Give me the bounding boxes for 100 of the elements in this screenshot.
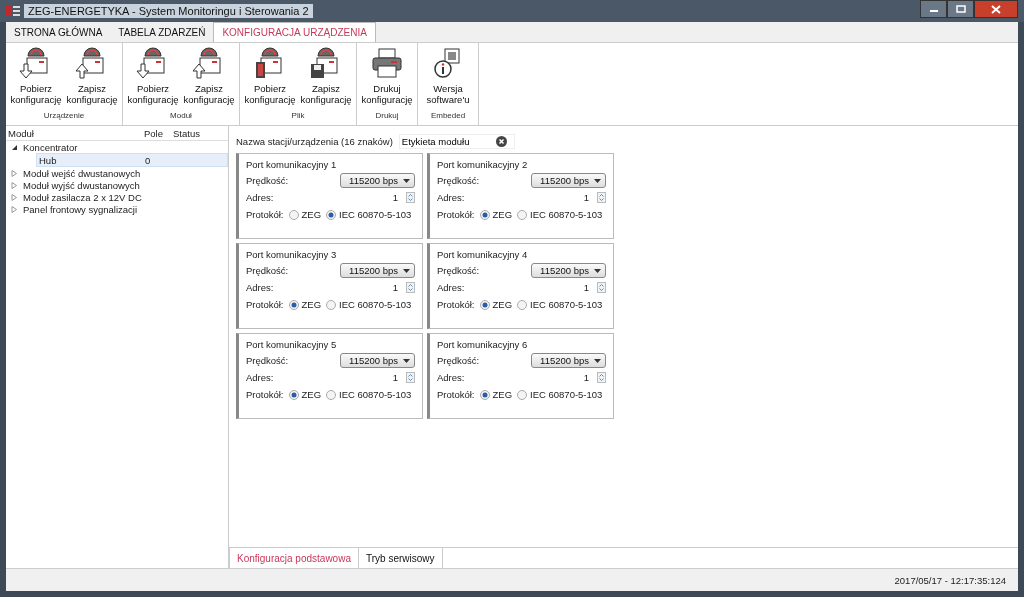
tree-item[interactable]: Moduł wejść dwustanowych — [23, 167, 141, 179]
ribbon-button[interactable]: Zapisz konfigurację — [64, 45, 120, 111]
speed-label: Prędkość: — [437, 265, 480, 276]
collapsed-arrow-icon[interactable] — [11, 193, 18, 201]
group-label: Plik — [291, 111, 305, 122]
tree-item: Hub — [38, 154, 58, 166]
protocol-label: Protokół: — [437, 209, 475, 220]
clear-icon[interactable] — [495, 136, 507, 147]
group-label: Drukuj — [375, 111, 399, 122]
caret-icon — [594, 178, 601, 183]
address-label: Adres: — [437, 372, 465, 383]
collapsed-arrow-icon[interactable] — [11, 169, 18, 177]
tree-row[interactable]: Hub 0 — [36, 153, 228, 167]
speed-label: Prędkość: — [437, 355, 480, 366]
protocol-radio[interactable]: ZEG — [479, 299, 513, 310]
ribbon-button[interactable]: Pobierz konfigurację — [125, 45, 181, 111]
group-label: Embeded — [430, 111, 466, 122]
tab[interactable]: Konfiguracja podstawowa — [229, 548, 359, 568]
address-label: Adres: — [246, 282, 274, 293]
protocol-radio[interactable]: IEC 60870-5-103 — [326, 389, 412, 400]
protocol-radio[interactable]: ZEG — [479, 389, 513, 400]
ribbon-button[interactable]: Wersja software'u — [420, 45, 476, 111]
close-icon — [991, 4, 1001, 14]
protocol-radio[interactable]: IEC 60870-5-103 — [326, 209, 412, 220]
printer-icon — [370, 46, 404, 80]
caret-icon — [594, 268, 601, 273]
address-spinner[interactable]: 1 — [392, 372, 415, 383]
protocol-radio[interactable]: IEC 60870-5-103 — [517, 299, 603, 310]
protocol-radio[interactable]: ZEG — [288, 299, 322, 310]
protocol-label: Protokół: — [246, 389, 284, 400]
address-spinner[interactable]: 1 — [583, 372, 606, 383]
expanded-arrow-icon[interactable] — [11, 143, 18, 151]
speed-label: Prędkość: — [246, 265, 289, 276]
column-header: Moduł — [7, 127, 35, 139]
port-title: Port komunikacyjny 5 — [246, 339, 338, 350]
protocol-radio[interactable]: ZEG — [288, 389, 322, 400]
tree-item[interactable]: Koncentrator — [23, 141, 78, 153]
address-label: Adres: — [246, 192, 274, 203]
port-title: Port komunikacyjny 6 — [437, 339, 529, 350]
app-icon — [6, 6, 20, 16]
tab[interactable]: STRONA GŁÓWNA — [6, 23, 111, 42]
protocol-label: Protokół: — [437, 389, 475, 400]
speed-dropdown[interactable]: 115200 bps — [340, 173, 415, 188]
spinner-arrows-icon — [597, 372, 606, 383]
speed-dropdown[interactable]: 115200 bps — [531, 353, 606, 368]
port-title: Port komunikacyjny 3 — [246, 249, 338, 260]
spinner-arrows-icon — [597, 282, 606, 293]
caret-icon — [403, 358, 410, 363]
protocol-radio[interactable]: ZEG — [479, 209, 513, 220]
speed-dropdown[interactable]: 115200 bps — [340, 353, 415, 368]
tree-item[interactable]: Panel frontowy sygnalizacji — [23, 203, 138, 215]
ribbon-button[interactable]: Pobierz konfigurację — [8, 45, 64, 111]
ribbon-button[interactable]: Zapisz konfigurację — [181, 45, 237, 111]
close-button[interactable] — [974, 0, 1018, 18]
address-label: Adres: — [437, 282, 465, 293]
tree-item[interactable]: Moduł wyjść dwustanowych — [23, 179, 140, 191]
speed-label: Prędkość: — [437, 175, 480, 186]
address-spinner[interactable]: 1 — [583, 282, 606, 293]
spinner-arrows-icon — [406, 282, 415, 293]
collapsed-arrow-icon[interactable] — [11, 181, 18, 189]
speed-dropdown[interactable]: 115200 bps — [340, 263, 415, 278]
tab[interactable]: KONFIGURACJA URZĄDZENIA — [213, 22, 376, 42]
column-header: Status — [173, 127, 200, 139]
ribbon-button[interactable]: Drukuj konfigurację — [359, 45, 415, 111]
address-label: Adres: — [246, 372, 274, 383]
ribbon-button[interactable]: Zapisz konfigurację — [298, 45, 354, 111]
tab[interactable]: TABELA ZDARZEŃ — [110, 23, 214, 42]
address-spinner[interactable]: 1 — [392, 192, 415, 203]
port-title: Port komunikacyjny 2 — [437, 159, 529, 170]
caret-icon — [594, 358, 601, 363]
group-label: Urządzenie — [43, 111, 85, 122]
ribbon-button[interactable]: Pobierz konfigurację — [242, 45, 298, 111]
speed-label: Prędkość: — [246, 175, 289, 186]
spinner-arrows-icon — [406, 372, 415, 383]
station-name-field[interactable]: Etykieta modułu — [398, 134, 515, 149]
speed-label: Prędkość: — [246, 355, 289, 366]
address-spinner[interactable]: 1 — [583, 192, 606, 203]
protocol-radio[interactable]: IEC 60870-5-103 — [517, 389, 603, 400]
pole-value: 0 — [145, 154, 151, 166]
station-name-label: Nazwa stacji/urządzenia (16 znaków) — [236, 136, 393, 147]
speed-dropdown[interactable]: 115200 bps — [531, 173, 606, 188]
protocol-radio[interactable]: IEC 60870-5-103 — [326, 299, 412, 310]
group-label: Moduł — [170, 111, 192, 122]
speed-dropdown[interactable]: 115200 bps — [531, 263, 606, 278]
column-header: Pole — [144, 127, 164, 139]
protocol-radio[interactable]: IEC 60870-5-103 — [517, 209, 603, 220]
address-spinner[interactable]: 1 — [392, 282, 415, 293]
protocol-radio[interactable]: ZEG — [288, 209, 322, 220]
spinner-arrows-icon — [597, 192, 606, 203]
port-title: Port komunikacyjny 1 — [246, 159, 338, 170]
maximize-button[interactable] — [947, 0, 974, 18]
minimize-button[interactable] — [920, 0, 947, 18]
address-label: Adres: — [437, 192, 465, 203]
caret-icon — [403, 178, 410, 183]
port-title: Port komunikacyjny 4 — [437, 249, 529, 260]
protocol-label: Protokół: — [246, 209, 284, 220]
spinner-arrows-icon — [406, 192, 415, 203]
collapsed-arrow-icon[interactable] — [11, 205, 18, 213]
tree-item[interactable]: Moduł zasilacza 2 x 12V DC — [23, 191, 142, 203]
caret-icon — [403, 268, 410, 273]
